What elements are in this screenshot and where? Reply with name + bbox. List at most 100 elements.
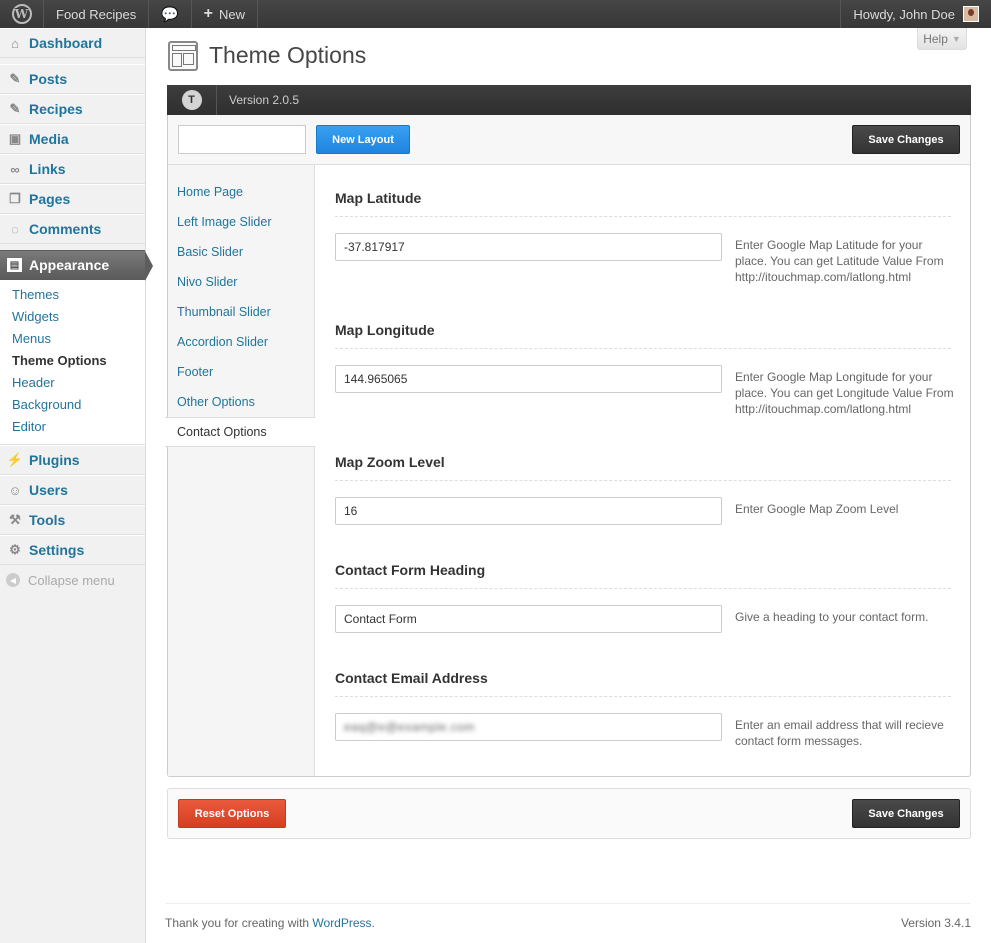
submenu-item-editor[interactable]: Editor (0, 416, 145, 438)
reset-options-button[interactable]: Reset Options (178, 799, 286, 828)
help-label: Help (923, 31, 948, 46)
wordpress-logo-menu[interactable]: W (0, 0, 44, 28)
save-changes-button-top[interactable]: Save Changes (852, 125, 960, 154)
plugin-icon: ⚡ (6, 452, 24, 467)
options-nav-nivo-slider[interactable]: Nivo Slider (168, 267, 314, 297)
sidebar-item-label: Links (29, 161, 66, 177)
avatar (963, 6, 979, 22)
sidebar-item-posts[interactable]: ✎ Posts (0, 64, 145, 94)
sidebar-item-tools[interactable]: ⚒ Tools (0, 505, 145, 535)
sidebar-item-label: Tools (29, 512, 66, 528)
contact-form-heading-input[interactable]: Contact Form (335, 605, 722, 633)
appearance-submenu: Themes Widgets Menus Theme Options Heade… (0, 280, 145, 445)
collapse-arrow-icon: ◀ (6, 573, 20, 587)
submenu-item-widgets[interactable]: Widgets (0, 306, 145, 328)
map-zoom-level-input[interactable]: 16 (335, 497, 722, 525)
sidebar-item-comments[interactable]: ◌ Comments (0, 214, 145, 244)
field-map-longitude: Map Longitude 144.965065 Enter Google Ma… (335, 321, 954, 416)
sidebar-item-users[interactable]: ☺ Users (0, 475, 145, 505)
field-label: Map Zoom Level (335, 453, 951, 481)
options-nav: Home Page Left Image Slider Basic Slider… (165, 165, 315, 776)
users-icon: ☺ (8, 482, 22, 498)
field-label: Contact Form Heading (335, 561, 951, 589)
sidebar-item-links[interactable]: ∞ Links (0, 154, 145, 184)
sidebar-item-label: Recipes (29, 101, 83, 117)
settings-icon: ⚙ (9, 542, 21, 557)
pin-icon: ✎ (9, 101, 21, 116)
options-nav-other-options[interactable]: Other Options (168, 387, 314, 417)
field-contact-email: Contact Email Address eaq@e@example.com … (335, 669, 951, 748)
submenu-item-theme-options[interactable]: Theme Options (0, 350, 145, 372)
submenu-item-menus[interactable]: Menus (0, 328, 145, 350)
options-nav-left-image-slider[interactable]: Left Image Slider (168, 207, 314, 237)
admin-sidebar: ⌂ Dashboard ✎ Posts ✎ Recipes ▣ Media ∞ … (0, 28, 153, 943)
field-description: Enter Google Map Latitude for your place… (735, 238, 944, 284)
new-label: New (219, 6, 246, 22)
field-label: Map Latitude (335, 189, 951, 217)
help-button[interactable]: Help ▼ (917, 28, 967, 50)
sidebar-item-settings[interactable]: ⚙ Settings (0, 535, 145, 565)
submenu-item-themes[interactable]: Themes (0, 284, 145, 306)
map-latitude-input[interactable]: -37.817917 (335, 233, 722, 261)
options-nav-accordion-slider[interactable]: Accordion Slider (168, 327, 314, 357)
field-map-zoom-level: Map Zoom Level 16 Enter Google Map Zoom … (335, 453, 951, 525)
wordpress-link[interactable]: WordPress (312, 916, 371, 930)
field-label: Contact Email Address (335, 669, 951, 697)
options-nav-contact-options[interactable]: Contact Options (165, 417, 315, 447)
site-name-link[interactable]: Food Recipes (44, 0, 150, 28)
credit-suffix: . (371, 916, 375, 930)
map-longitude-input[interactable]: 144.965065 (335, 365, 722, 393)
new-layout-button[interactable]: New Layout (316, 125, 410, 154)
collapse-menu-button[interactable]: ◀ Collapse menu (0, 565, 145, 595)
sidebar-item-label: Pages (29, 191, 71, 207)
credit-prefix: Thank you for creating with (165, 916, 313, 930)
options-toolbar: New Layout Save Changes (168, 115, 970, 165)
layout-name-input[interactable] (178, 125, 306, 154)
footer-divider (165, 903, 971, 904)
save-changes-button-bottom[interactable]: Save Changes (852, 799, 960, 828)
options-footer-bar: Reset Options Save Changes (167, 788, 971, 839)
sidebar-item-plugins[interactable]: ⚡ Plugins (0, 445, 145, 475)
account-menu[interactable]: Howdy, John Doe (840, 0, 991, 28)
options-nav-thumbnail-slider[interactable]: Thumbnail Slider (168, 297, 314, 327)
sidebar-item-label: Plugins (29, 452, 80, 468)
pages-icon: ❐ (9, 191, 21, 206)
pin-icon: ✎ (9, 71, 21, 86)
footer-credit: Thank you for creating with WordPress. (165, 916, 375, 930)
options-nav-home-page[interactable]: Home Page (168, 177, 314, 207)
plus-icon: + (203, 5, 213, 22)
comment-icon: ◌ (11, 221, 19, 237)
submenu-item-background[interactable]: Background (0, 394, 145, 416)
sidebar-item-dashboard[interactable]: ⌂ Dashboard (0, 28, 145, 58)
comments-link[interactable]: 💬 (149, 0, 192, 28)
sidebar-item-label: Users (29, 482, 68, 498)
new-content-menu[interactable]: + New (192, 0, 259, 28)
sidebar-item-label: Appearance (29, 257, 110, 273)
sidebar-item-recipes[interactable]: ✎ Recipes (0, 94, 145, 124)
contact-email-input[interactable]: eaq@e@example.com (335, 713, 722, 741)
comment-bubble-icon: 💬 (161, 5, 179, 22)
options-body: Home Page Left Image Slider Basic Slider… (165, 165, 970, 776)
field-map-latitude: Map Latitude -37.817917 Enter Google Map… (335, 189, 951, 284)
field-contact-form-heading: Contact Form Heading Contact Form Give a… (335, 561, 951, 633)
dashboard-icon: ⌂ (11, 35, 19, 51)
submenu-item-header[interactable]: Header (0, 372, 145, 394)
options-nav-footer[interactable]: Footer (168, 357, 314, 387)
main-content: Theme Options Help ▼ T Version 2.0.5 New… (146, 28, 991, 943)
sidebar-item-appearance[interactable]: ▤ Appearance (0, 250, 153, 281)
wordpress-version: Version 3.4.1 (900, 916, 971, 930)
sidebar-item-label: Settings (29, 542, 85, 558)
options-panel: T Version 2.0.5 New Layout Save Changes … (165, 85, 971, 777)
field-description: Enter Google Map Longitude for your plac… (735, 370, 954, 416)
sidebar-item-pages[interactable]: ❐ Pages (0, 184, 145, 214)
sidebar-item-label: Media (29, 131, 69, 147)
greeting-text: Howdy, John Doe (853, 6, 955, 22)
options-panel-header: T Version 2.0.5 (167, 85, 971, 115)
admin-bar: W Food Recipes 💬 + New Howdy, John Doe (0, 0, 991, 28)
field-description: Give a heading to your contact form. (735, 610, 929, 624)
theme-logo-icon: T (181, 90, 202, 110)
sidebar-item-label: Posts (29, 71, 68, 87)
collapse-label: Collapse menu (28, 572, 115, 588)
sidebar-item-media[interactable]: ▣ Media (0, 124, 145, 154)
options-nav-basic-slider[interactable]: Basic Slider (168, 237, 314, 267)
